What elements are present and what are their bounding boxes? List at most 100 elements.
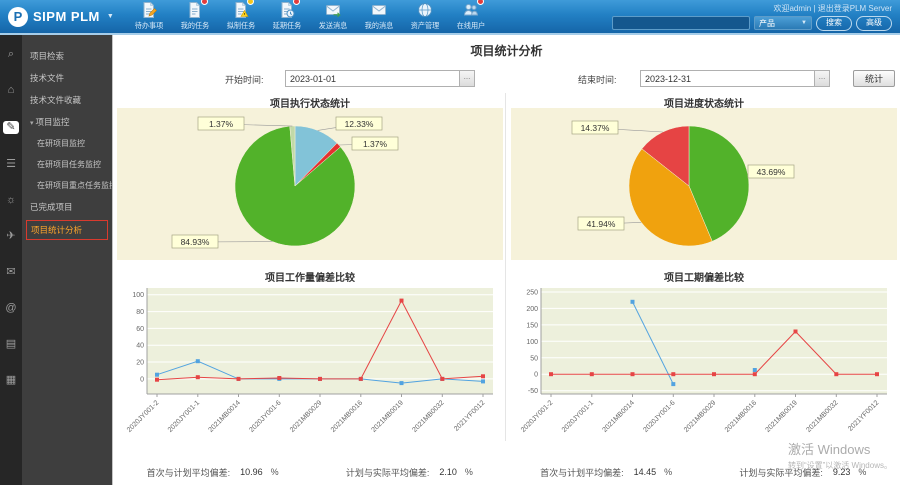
stat-unit: % (664, 467, 673, 477)
sidebar-item-项目检索[interactable]: 项目检索 (22, 45, 112, 67)
svg-text:2021MB0014: 2021MB0014 (602, 399, 636, 433)
toolbar-item-label: 在线用户 (456, 21, 486, 30)
message-icon[interactable]: ✉ (6, 267, 15, 278)
stats-row: 首次与计划平均偏差: 10.96% 计划与实际平均偏差: 2.10% 首次与计划平均偏差… (113, 463, 900, 481)
toolbar-item-label: 我的任务 (180, 21, 210, 30)
home-icon[interactable]: ⌂ (8, 85, 15, 96)
svg-text:250: 250 (526, 290, 538, 297)
svg-text:2020JY001-2: 2020JY001-2 (126, 399, 160, 433)
toolbar-item-send-message[interactable]: 发送消息 (318, 1, 348, 31)
svg-text:12.33%: 12.33% (345, 119, 374, 129)
toolbar-item-label: 资产管理 (410, 21, 440, 30)
stat-item: 首次与计划平均偏差: 10.96% (147, 466, 279, 479)
toolbar-item-online-users[interactable]: 在线用户 (456, 0, 486, 31)
pie-chart-progress-status: 43.69% 41.94% 14.37% (511, 108, 897, 265)
svg-text:2021MB0019: 2021MB0019 (765, 399, 799, 433)
line-chart-duration-deviation: 250 200 150 100 50 0 -50 2020JY001-2 2020JY001-1… (511, 282, 897, 459)
date-picker-button[interactable]: … (459, 71, 474, 86)
svg-text:2020JY001-2: 2020JY001-2 (520, 399, 554, 433)
search-category-select[interactable]: 产品 ▼ (754, 16, 812, 30)
date-picker-button[interactable]: … (814, 71, 829, 86)
pie-chart-execution-status: 12.33% 1.37% 84.93% 1.37% (117, 108, 503, 265)
stat-item: 计划与实际平均偏差: 2.10% (346, 466, 473, 479)
svg-text:100: 100 (132, 292, 144, 299)
send-icon[interactable]: ✈ (6, 231, 15, 242)
sidebar-item-在研项目任务监控[interactable]: 在研项目任务监控 (22, 154, 112, 175)
toolbar-item-my-messages[interactable]: 我的消息 (364, 1, 394, 31)
end-date-input[interactable] (641, 71, 813, 86)
stat-value: 14.45 (633, 467, 657, 477)
mail-icon (370, 1, 388, 19)
toolbar-item-draft-tasks[interactable]: 拟制任务 (226, 0, 256, 31)
toolbar-item-overdue-tasks[interactable]: 延期任务 (272, 0, 302, 31)
svg-text:0: 0 (534, 372, 538, 379)
doc-warn-icon (232, 0, 254, 19)
edit-icon[interactable]: ✎ (3, 121, 19, 134)
stat-value: 2.10 (439, 467, 457, 477)
chart-panel-workload-deviation: 项目工作量偏差比较 100 80 60 40 20 0 2020JY001-2 2020JY0… (117, 269, 503, 459)
loading-icon[interactable]: ☼ (6, 195, 16, 206)
app-logo[interactable]: P SIPM PLM ▼ (8, 6, 114, 27)
advanced-search-button[interactable]: 高级 (856, 15, 892, 31)
database-icon[interactable]: ☰ (6, 159, 16, 170)
svg-text:2020JY001-1: 2020JY001-1 (561, 399, 595, 433)
top-right-area: 欢迎admin | 退出登录PLM Server 产品 ▼ 搜索 高级 (612, 3, 892, 31)
svg-text:40: 40 (136, 343, 144, 350)
book-icon[interactable]: ▤ (6, 339, 16, 350)
stat-item: 首次与计划平均偏差: 14.45% (540, 466, 672, 479)
icon-rail: ⌕ ⌂ ✎ ☰ ☼ ✈ ✉ @ ▤ ▦ (0, 35, 22, 485)
toolbar-item-todo[interactable]: 待办事项 (134, 1, 164, 31)
svg-text:43.69%: 43.69% (757, 167, 786, 177)
stat-value: 10.96 (240, 467, 263, 477)
start-date-picker[interactable]: … (285, 70, 475, 87)
doc-icon (186, 0, 208, 19)
toolbar-item-label: 待办事项 (134, 21, 164, 30)
toolbar-item-label: 发送消息 (318, 21, 348, 30)
users-icon (462, 0, 484, 19)
chart-title: 项目工作量偏差比较 (265, 273, 355, 284)
start-date-input[interactable] (286, 71, 458, 86)
mail-out-icon (324, 1, 342, 19)
sidebar-item-项目监控[interactable]: 项目监控 (22, 111, 112, 133)
svg-text:100: 100 (526, 339, 538, 346)
chevron-down-icon[interactable]: ▼ (107, 13, 114, 20)
svg-text:-50: -50 (528, 388, 538, 395)
svg-text:50: 50 (530, 355, 538, 362)
asset-icon (416, 1, 434, 19)
search-icon[interactable]: ⌕ (8, 49, 14, 60)
stat-item: 计划与实际平均偏差: 9.23% (739, 466, 866, 479)
stat-label: 计划与实际平均偏差: (739, 467, 823, 478)
end-date-picker[interactable]: … (640, 70, 830, 87)
sidebar-item-项目统计分析[interactable]: 项目统计分析 (26, 220, 108, 240)
notification-badge (246, 0, 254, 5)
svg-text:2021MB0016: 2021MB0016 (330, 399, 364, 433)
svg-text:200: 200 (526, 306, 538, 313)
search-button[interactable]: 搜索 (816, 15, 852, 31)
doc-clock-icon (278, 0, 300, 19)
sidebar-menu: 项目检索技术文件技术文件收藏项目监控在研项目监控在研项目任务监控在研项目重点任务… (22, 35, 112, 485)
toolbar-item-label: 我的消息 (364, 21, 394, 30)
sidebar-item-在研项目重点任务监控[interactable]: 在研项目重点任务监控 (22, 175, 112, 196)
sidebar-item-技术文件[interactable]: 技术文件 (22, 67, 112, 89)
sidebar-item-在研项目监控[interactable]: 在研项目监控 (22, 133, 112, 154)
statistics-button[interactable]: 统计 (853, 70, 895, 87)
toolbar-item-my-tasks[interactable]: 我的任务 (180, 0, 210, 31)
svg-text:2021MB0016: 2021MB0016 (724, 399, 758, 433)
calendar-icon[interactable]: ▦ (6, 375, 16, 386)
main-content: 项目统计分析 开始时间: … 结束时间: … 统计 项目执行状态统计 12.33… (112, 35, 900, 485)
global-search-input[interactable] (612, 16, 750, 30)
svg-text:80: 80 (136, 309, 144, 316)
sidebar-item-技术文件收藏[interactable]: 技术文件收藏 (22, 89, 112, 111)
chart-panel-duration-deviation: 项目工期偏差比较 250 200 150 100 50 0 -50 2020JY001-2 20… (511, 269, 897, 459)
svg-text:2021MB0014: 2021MB0014 (208, 399, 242, 433)
toolbar-item-asset-mgmt[interactable]: 资产管理 (410, 1, 440, 31)
svg-text:2021YF0012: 2021YF0012 (847, 399, 880, 432)
sidebar-item-已完成项目[interactable]: 已完成项目 (22, 196, 112, 218)
svg-text:2021MB0032: 2021MB0032 (805, 399, 839, 433)
mention-icon[interactable]: @ (5, 303, 16, 314)
svg-text:2020JY001-6: 2020JY001-6 (248, 399, 282, 433)
notification-badge (292, 0, 300, 5)
page-title: 项目统计分析 (470, 44, 543, 58)
svg-text:2020JY001-6: 2020JY001-6 (642, 399, 676, 433)
svg-text:2021MB0019: 2021MB0019 (371, 399, 405, 433)
